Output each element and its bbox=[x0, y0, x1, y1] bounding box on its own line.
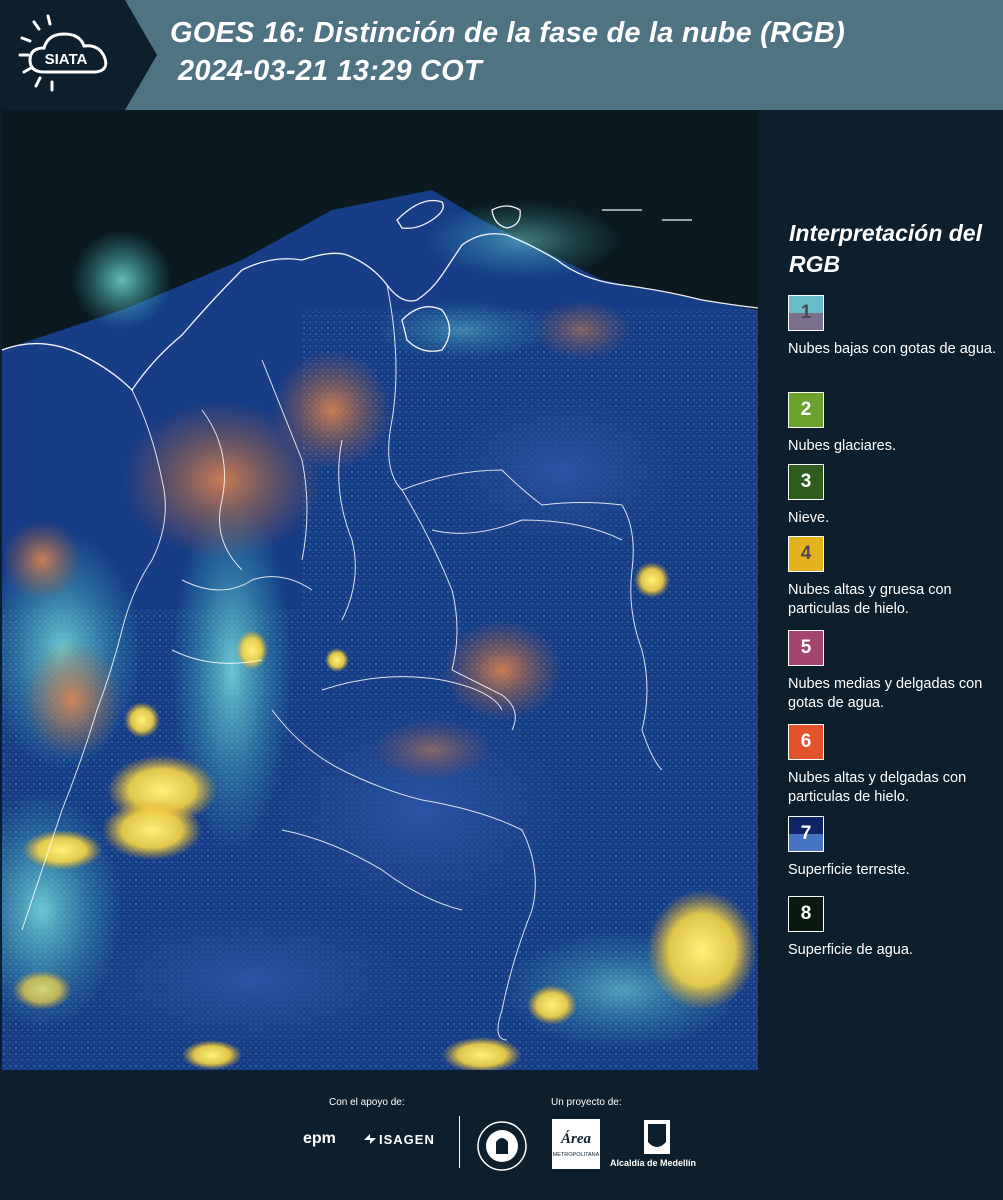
legend-label: Nieve. bbox=[788, 510, 830, 526]
alcaldia-logo-text: Alcaldía de Medellín bbox=[610, 1158, 697, 1168]
legend-number: 5 bbox=[800, 637, 812, 658]
satellite-image bbox=[2, 110, 758, 1070]
siata-logo: SIATA bbox=[0, 0, 157, 110]
legend-label: Nubes bajas con gotas de agua. bbox=[788, 341, 996, 357]
alcaldia-shield-icon bbox=[644, 1120, 670, 1154]
footer-divider bbox=[459, 1116, 460, 1168]
svg-text:METROPOLITANA: METROPOLITANA bbox=[553, 1152, 600, 1158]
legend-item-1: 1 Nubes bajas con gotas de agua. bbox=[788, 295, 998, 359]
legend-swatch-2: 2 bbox=[788, 392, 824, 428]
legend-item-3: 3 Nieve. bbox=[788, 464, 998, 528]
legend-number: 2 bbox=[800, 399, 812, 420]
seal-logo bbox=[477, 1121, 527, 1171]
legend-title: Interpretación del RGB bbox=[789, 220, 982, 277]
title-line-2: 2024-03-21 13:29 COT bbox=[178, 55, 482, 87]
legend-number: 1 bbox=[800, 302, 812, 323]
legend-swatch-5: 5 bbox=[788, 630, 824, 666]
legend-item-5: 5 Nubes medias y delgadas con gotas de ag… bbox=[788, 630, 998, 713]
legend-item-7: 7 Superficie terreste. bbox=[788, 816, 998, 880]
legend-label: Nubes altas y gruesa con particulas de h… bbox=[788, 582, 952, 617]
legend-item-2: 2 Nubes glaciares. bbox=[788, 392, 998, 456]
epm-logo: epm bbox=[303, 1130, 336, 1147]
isagen-logo: ISAGEN bbox=[363, 1132, 435, 1147]
legend-number: 8 bbox=[800, 903, 812, 924]
area-metropolitana-logo: Área METROPOLITANA bbox=[552, 1119, 600, 1169]
page-title: GOES 16: Distinción de la fase de la nub… bbox=[170, 14, 845, 90]
legend-swatch-8: 8 bbox=[788, 896, 824, 932]
legend-label: Nubes medias y delgadas con gotas de agu… bbox=[788, 676, 983, 711]
siata-logo-text: SIATA bbox=[45, 51, 88, 68]
title-line-1: GOES 16: Distinción de la fase de la nub… bbox=[170, 17, 845, 49]
footer: Con el apoyo de: Un proyecto de: epm ISA… bbox=[0, 1070, 1003, 1200]
legend-number: 7 bbox=[800, 823, 812, 844]
isagen-icon bbox=[364, 1134, 376, 1144]
legend-label: Superficie terreste. bbox=[788, 862, 910, 878]
legend-label: Superficie de agua. bbox=[788, 942, 913, 958]
legend-number: 4 bbox=[800, 543, 812, 564]
header: SIATA GOES 16: Distinción de la fase de … bbox=[0, 0, 1003, 110]
support-label: Con el apoyo de: bbox=[329, 1097, 405, 1108]
satellite-map bbox=[2, 110, 758, 1070]
legend-number: 6 bbox=[800, 731, 812, 752]
legend-label: Nubes glaciares. bbox=[788, 438, 896, 454]
legend-panel: Interpretación del RGB 1 Nubes bajas con … bbox=[758, 110, 1003, 1070]
legend-swatch-4: 4 bbox=[788, 536, 824, 572]
legend-item-4: 4 Nubes altas y gruesa con particulas de … bbox=[788, 536, 998, 619]
svg-text:Área: Área bbox=[560, 1130, 592, 1147]
legend-number: 3 bbox=[800, 471, 812, 492]
project-label: Un proyecto de: bbox=[551, 1097, 622, 1108]
legend-swatch-6: 6 bbox=[788, 724, 824, 760]
legend-swatch-1: 1 bbox=[788, 295, 824, 331]
legend-swatch-3: 3 bbox=[788, 464, 824, 500]
legend-swatch-7: 7 bbox=[788, 816, 824, 852]
legend-item-8: 8 Superficie de agua. bbox=[788, 896, 998, 960]
legend-label: Nubes altas y delgadas con particulas de… bbox=[788, 770, 967, 805]
legend-item-6: 6 Nubes altas y delgadas con particulas d… bbox=[788, 724, 998, 807]
